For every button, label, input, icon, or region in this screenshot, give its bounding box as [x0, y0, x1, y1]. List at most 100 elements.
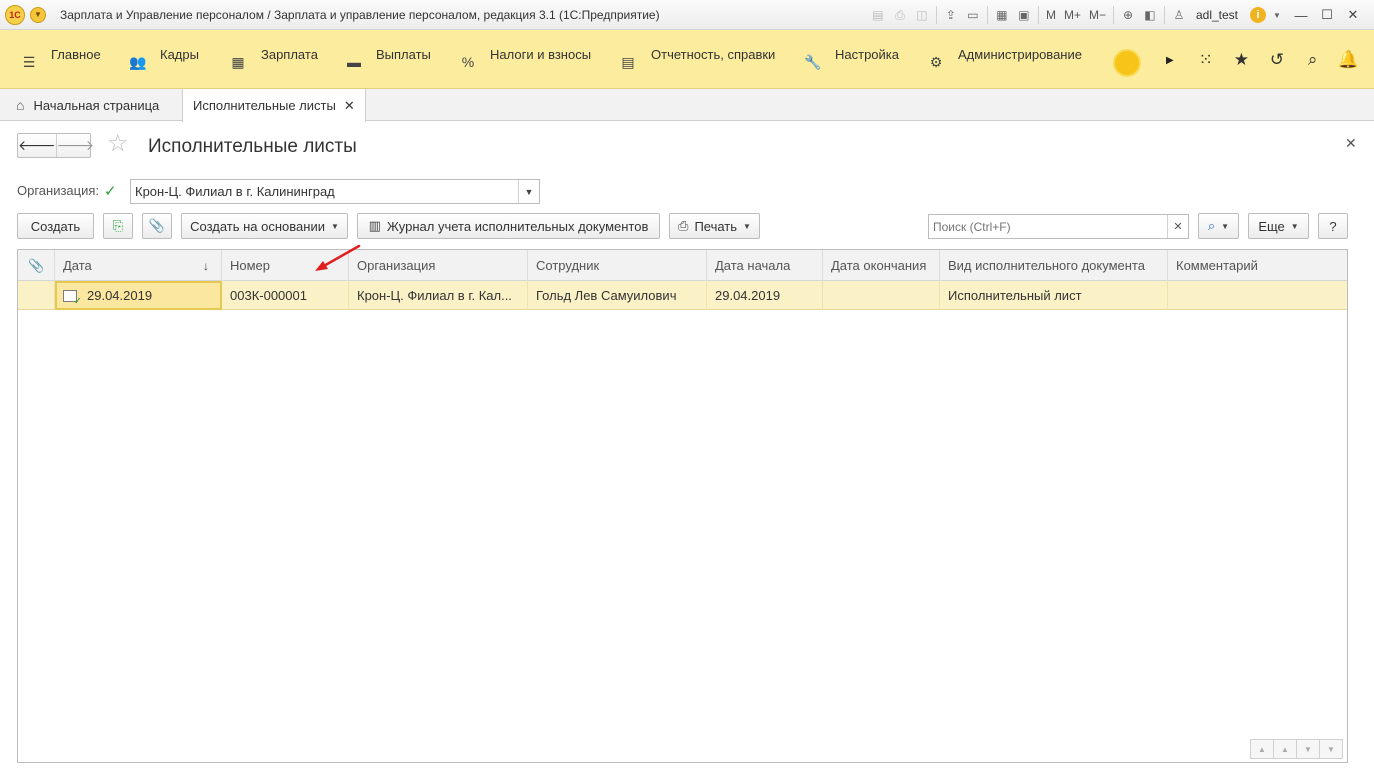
info-icon[interactable]: i [1250, 7, 1266, 23]
panels-icon[interactable]: ◧ [1139, 4, 1161, 26]
search-options-button[interactable]: ⌕ ▼ [1198, 213, 1239, 239]
minimize-button[interactable]: — [1288, 4, 1314, 26]
org-field[interactable]: ▼ [130, 179, 540, 204]
section-hr[interactable]: Кадры [160, 47, 199, 62]
journal-button[interactable]: ▥ Журнал учета исполнительных документов [357, 213, 660, 239]
search-input[interactable] [929, 215, 1167, 238]
history-icon[interactable]: ↺ [1265, 48, 1289, 72]
sort-down-arrow-icon: ↓ [203, 258, 209, 273]
table-row[interactable]: 29.04.2019 003К-000001 Крон-Ц. Филиал в … [18, 281, 1347, 310]
print-icon[interactable]: ⎙ [889, 4, 911, 26]
people-icon: 👥 [129, 53, 147, 70]
search-field[interactable]: ✕ [928, 214, 1189, 239]
close-window-button[interactable]: ✕ [1340, 4, 1366, 26]
attachment-column-icon[interactable]: 📎 [18, 250, 55, 281]
create-based-on-button[interactable]: Создать на основании ▼ [181, 213, 348, 239]
wallet-icon: ▬ [347, 54, 361, 70]
column-header-employee[interactable]: Сотрудник [528, 250, 707, 281]
create-button[interactable]: Создать [17, 213, 94, 239]
user-name[interactable]: adl_test [1196, 8, 1238, 22]
row-attachment-cell [18, 281, 55, 310]
scroll-sections-right-icon[interactable]: ▶ [1166, 55, 1174, 66]
journal-label: Журнал учета исполнительных документов [386, 218, 649, 234]
info-menu-chevron-icon[interactable]: ▼ [1266, 4, 1288, 26]
column-header-org[interactable]: Организация [349, 250, 528, 281]
spreadsheet-icon[interactable]: ▦ [991, 4, 1013, 26]
org-input[interactable] [131, 180, 518, 203]
scroll-to-top-icon[interactable]: ▲ [1250, 739, 1274, 759]
scroll-down-icon[interactable]: ▼ [1296, 739, 1320, 759]
section-payments[interactable]: Выплаты [376, 47, 431, 62]
help-button[interactable]: ? [1318, 213, 1348, 239]
attachment-icon[interactable]: 📎 [142, 213, 172, 239]
scroll-to-bottom-icon[interactable]: ▼ [1319, 739, 1343, 759]
scroll-up-icon[interactable]: ▲ [1273, 739, 1297, 759]
preview-icon[interactable]: ◫ [911, 4, 933, 26]
toolbar-divider [1037, 6, 1039, 24]
favorites-star-icon[interactable]: ★ [1229, 48, 1253, 72]
row-date: 29.04.2019 [87, 288, 153, 303]
back-arrow-icon[interactable]: 🡐 [18, 134, 56, 157]
user-icon: ♙ [1173, 8, 1185, 22]
row-start-cell[interactable]: 29.04.2019 [707, 281, 823, 310]
column-header-doc-type[interactable]: Вид исполнительного документа [940, 250, 1168, 281]
row-number-cell[interactable]: 003К-000001 [222, 281, 349, 310]
open-windows-tabbar: ⌂ Начальная страница Исполнительные лист… [0, 89, 1374, 122]
row-doc-type-cell[interactable]: Исполнительный лист [940, 281, 1168, 310]
link-icon[interactable]: ⇪ [940, 4, 962, 26]
home-icon: ⌂ [16, 97, 25, 113]
tab-home[interactable]: ⌂ Начальная страница [6, 89, 169, 121]
section-salary[interactable]: Зарплата [261, 47, 318, 62]
copy-document-icon[interactable]: ⎘ [103, 213, 133, 239]
column-header-end[interactable]: Дата окончания [823, 250, 940, 281]
row-end-cell[interactable] [823, 281, 940, 310]
tab-writs[interactable]: Исполнительные листы ✕ [182, 89, 366, 122]
chevron-down-icon: ▼ [330, 221, 339, 231]
section-main[interactable]: Главное [51, 47, 101, 62]
clear-search-icon[interactable]: ✕ [1167, 215, 1188, 238]
row-date-cell[interactable]: 29.04.2019 [55, 281, 222, 310]
section-settings[interactable]: Настройка [835, 47, 899, 62]
org-filter-checkbox[interactable]: ✓ [104, 182, 117, 200]
column-header-start[interactable]: Дата начала [707, 250, 823, 281]
menu-icon[interactable]: ☰ [21, 54, 37, 70]
zoom-icon[interactable]: ⊕ [1117, 4, 1139, 26]
notifications-bell-icon[interactable]: 🔔 [1336, 48, 1360, 72]
all-functions-icon[interactable]: ⁙ [1194, 48, 1218, 72]
close-tab-icon[interactable]: ✕ [344, 98, 355, 114]
memory-m-button[interactable]: M [1046, 8, 1056, 22]
memory-minus-button[interactable]: M− [1089, 8, 1106, 22]
section-admin[interactable]: Администрирование [958, 47, 1082, 62]
window-title: Зарплата и Управление персоналом / Зарпл… [60, 7, 660, 22]
maximize-button[interactable]: ☐ [1314, 4, 1340, 26]
search-icon[interactable]: ⌕ [1301, 48, 1325, 72]
section-reports[interactable]: Отчетность, справки [651, 47, 775, 62]
forward-arrow-icon[interactable]: 🡒 [55, 134, 94, 157]
row-employee-cell[interactable]: Гольд Лев Самуилович [528, 281, 707, 310]
org-label: Организация: [17, 183, 100, 198]
chevron-down-icon: ▼ [1221, 221, 1230, 231]
chevron-down-icon[interactable]: ▼ [518, 180, 539, 203]
print-button[interactable]: ⎙ Печать ▼ [669, 213, 760, 239]
column-header-date[interactable]: Дата ↓ [55, 250, 222, 281]
documents-table[interactable]: 📎 Дата ↓ Номер Организация Сотрудник Дат… [17, 249, 1348, 763]
row-comment-cell[interactable] [1168, 281, 1347, 310]
calendar-icon[interactable]: ▣ [1013, 4, 1035, 26]
column-header-comment[interactable]: Комментарий [1168, 250, 1347, 281]
close-form-icon[interactable]: ✕ [1345, 135, 1357, 152]
print-all-icon[interactable]: ▭ [962, 4, 984, 26]
wrench-icon: 🔧 [804, 53, 822, 70]
memory-plus-button[interactable]: M+ [1064, 8, 1081, 22]
printer-icon: ⎙ [678, 218, 689, 233]
sun-icon[interactable] [1113, 49, 1141, 77]
toolbar-divider [1163, 6, 1165, 24]
annotation-arrow [315, 244, 361, 271]
save-icon[interactable]: ▤ [867, 4, 889, 26]
row-org-cell[interactable]: Крон-Ц. Филиал в г. Кал... [349, 281, 528, 310]
print-label: Печать [694, 218, 738, 234]
add-to-favorites-star-icon[interactable]: ☆ [107, 132, 129, 156]
more-button[interactable]: Еще ▼ [1248, 213, 1309, 239]
section-taxes[interactable]: Налоги и взносы [490, 47, 591, 62]
main-menu-button[interactable]: ▼ [30, 6, 46, 23]
column-date-label: Дата [63, 258, 92, 273]
